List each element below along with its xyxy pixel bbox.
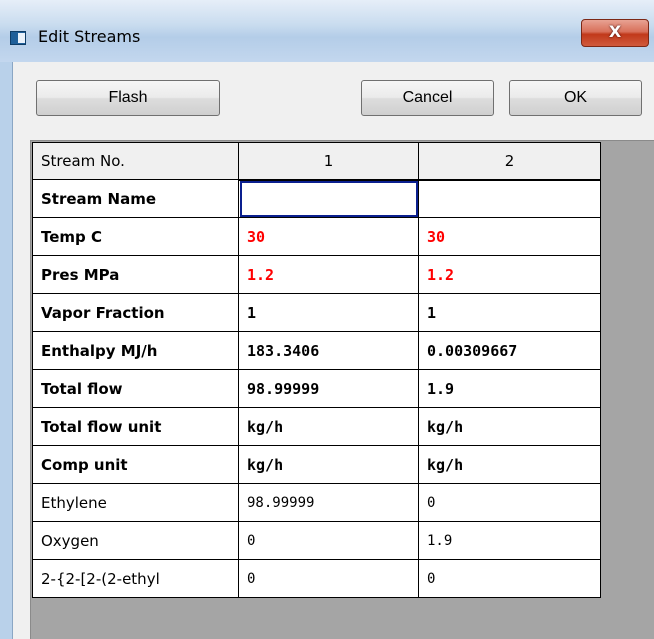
table-row: Total flow 98.99999 1.9 xyxy=(32,369,601,408)
table-row: Total flow unit kg/h kg/h xyxy=(32,407,601,446)
row-label: Vapor Fraction xyxy=(32,293,239,332)
grid-cell[interactable]: 30 xyxy=(238,217,419,256)
flash-button[interactable]: Flash xyxy=(36,80,220,116)
grid-cell[interactable]: 98.99999 xyxy=(238,483,419,522)
close-button[interactable]: X xyxy=(581,19,649,47)
grid-cell[interactable]: 1.2 xyxy=(418,255,601,294)
table-row: 2-{2-[2-(2-ethyl 0 0 xyxy=(32,559,601,598)
table-row: Vapor Fraction 1 1 xyxy=(32,293,601,332)
grid-cell[interactable]: 0 xyxy=(238,559,419,598)
row-label: Comp unit xyxy=(32,445,239,484)
grid-cell[interactable]: kg/h xyxy=(418,445,601,484)
grid-cell[interactable]: 0.00309667 xyxy=(418,331,601,370)
window-app-icon xyxy=(10,31,26,45)
grid-cell[interactable]: kg/h xyxy=(238,407,419,446)
grid-cell[interactable] xyxy=(418,179,601,218)
grid-header-row: Stream No. 1 2 xyxy=(32,142,601,181)
grid-cell[interactable]: 0 xyxy=(418,559,601,598)
ok-button[interactable]: OK xyxy=(509,80,642,116)
grid-cell[interactable]: 30 xyxy=(418,217,601,256)
table-row: Pres MPa 1.2 1.2 xyxy=(32,255,601,294)
table-row: Oxygen 0 1.9 xyxy=(32,521,601,560)
streams-grid: Stream No. 1 2 Stream Name Temp C 30 30 Pres… xyxy=(32,142,601,598)
grid-cell[interactable]: 1.9 xyxy=(418,521,601,560)
row-label: Total flow unit xyxy=(32,407,239,446)
grid-cell[interactable]: 0 xyxy=(238,521,419,560)
header-stream-no: Stream No. xyxy=(32,142,239,180)
table-row: Temp C 30 30 xyxy=(32,217,601,256)
cancel-button[interactable]: Cancel xyxy=(361,80,494,116)
grid-cell[interactable]: 1.2 xyxy=(238,255,419,294)
grid-cell[interactable]: kg/h xyxy=(418,407,601,446)
row-label: Ethylene xyxy=(32,483,239,522)
grid-cell[interactable]: 183.3406 xyxy=(238,331,419,370)
grid-cell[interactable] xyxy=(238,179,419,218)
grid-cell[interactable]: 1.9 xyxy=(418,369,601,408)
table-row: Comp unit kg/h kg/h xyxy=(32,445,601,484)
grid-cell[interactable]: 1 xyxy=(238,293,419,332)
table-row: Ethylene 98.99999 0 xyxy=(32,483,601,522)
row-label: 2-{2-[2-(2-ethyl xyxy=(32,559,239,598)
row-label: Pres MPa xyxy=(32,255,239,294)
window-title: Edit Streams xyxy=(38,27,141,46)
grid-cell[interactable]: 98.99999 xyxy=(238,369,419,408)
row-label: Enthalpy MJ/h xyxy=(32,331,239,370)
row-label: Total flow xyxy=(32,369,239,408)
row-label: Stream Name xyxy=(32,179,239,218)
row-label: Oxygen xyxy=(32,521,239,560)
edit-streams-window: Edit Streams X Flash Cancel OK Stream No… xyxy=(0,0,654,639)
grid-cell[interactable]: 1 xyxy=(418,293,601,332)
column-header-1[interactable]: 1 xyxy=(238,142,419,181)
table-row: Enthalpy MJ/h 183.3406 0.00309667 xyxy=(32,331,601,370)
table-row: Stream Name xyxy=(32,179,601,218)
column-header-2[interactable]: 2 xyxy=(418,142,601,181)
grid-cell[interactable]: 0 xyxy=(418,483,601,522)
title-bar[interactable]: Edit Streams X xyxy=(0,0,654,62)
row-label: Temp C xyxy=(32,217,239,256)
grid-cell[interactable]: kg/h xyxy=(238,445,419,484)
